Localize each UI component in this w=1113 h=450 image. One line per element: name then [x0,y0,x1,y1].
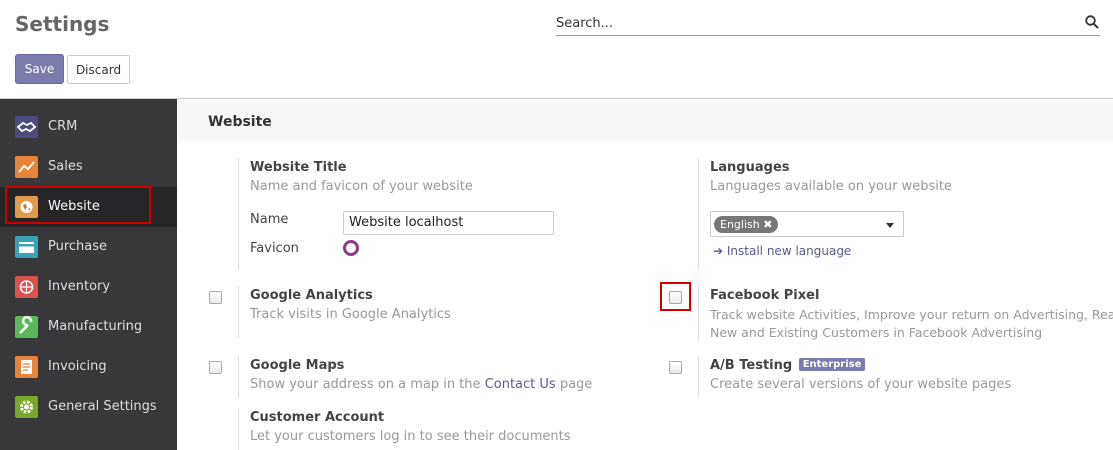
gear-icon [15,396,38,418]
setting-title: A/B Testing Enterprise [710,358,1108,373]
sidebar-item-purchase[interactable]: Purchase [0,227,177,267]
setting-customer-account: Customer Account Let your customers log … [238,408,638,450]
globe-box-icon [15,276,38,298]
divider [238,286,239,338]
wrench-icon [15,316,38,338]
setting-title: Google Maps [250,358,345,373]
setting-desc: Create several versions of your website … [710,377,1012,392]
setting-title: Customer Account [250,410,385,425]
install-language-link[interactable]: ➔ Install new language [713,244,851,258]
setting-desc-text: page [559,377,593,392]
google-analytics-checkbox[interactable] [209,291,222,304]
divider [238,356,239,398]
setting-title: Website Title [250,160,347,175]
setting-desc-line: Track website Activities, Improve your r… [710,307,1113,322]
sidebar-item-general-settings[interactable]: General Settings [0,387,177,427]
contact-us-link[interactable]: Contact Us [485,377,556,392]
languages-select[interactable]: English ✖ [710,211,904,237]
settings-sidebar: CRM Sales Website Purchase Inventory Man… [0,99,177,450]
setting-desc: Languages available on your website [710,179,952,194]
sidebar-item-sales[interactable]: Sales [0,147,177,187]
sidebar-item-label: General Settings [48,399,157,414]
save-button[interactable]: Save [15,54,64,84]
language-tag: English ✖ [714,216,779,233]
setting-desc: Name and favicon of your website [250,179,473,194]
discard-button[interactable]: Discard [67,55,130,84]
setting-desc: Show your address on a map in the Contac… [250,376,638,394]
sidebar-item-label: Website [48,199,100,214]
sidebar-item-label: CRM [48,119,78,134]
setting-title: Facebook Pixel [710,288,820,303]
control-panel: Settings Save Discard [0,0,1113,99]
setting-desc: Let your customers log in to see their d… [250,429,571,444]
setting-desc: Track visits in Google Analytics [250,307,451,322]
sidebar-item-manufacturing[interactable]: Manufacturing [0,307,177,347]
divider [698,286,699,342]
highlight-box [660,282,691,311]
google-maps-checkbox[interactable] [209,361,222,374]
section-title: Website [208,114,272,130]
enterprise-badge: Enterprise [798,358,866,371]
chart-icon [15,156,38,178]
ab-testing-checkbox[interactable] [669,361,682,374]
search-bar [556,11,1100,36]
sidebar-item-crm[interactable]: CRM [0,107,177,147]
divider [238,408,239,450]
setting-title: Google Analytics [250,288,373,303]
divider [698,356,699,398]
setting-title: Languages [710,160,790,175]
install-language-label: Install new language [726,244,852,258]
document-icon [15,356,38,378]
setting-google-maps: Google Maps Show your address on a map i… [238,356,638,398]
chevron-down-icon[interactable] [886,223,894,228]
section-header: Website [177,99,1113,141]
card-icon [15,236,38,258]
setting-title-text: A/B Testing [710,358,793,373]
setting-facebook-pixel: Facebook Pixel Track website Activities,… [698,286,1113,342]
name-label: Name [250,212,289,227]
sidebar-item-label: Manufacturing [48,319,143,334]
setting-desc-line: New and Existing Customers in Facebook A… [710,325,1043,340]
divider [698,158,699,270]
setting-desc-text: Show your address on a map in the [250,377,481,392]
sidebar-item-website[interactable]: Website [0,186,177,227]
sidebar-item-inventory[interactable]: Inventory [0,267,177,307]
language-tag-label: English [720,218,760,231]
website-name-input[interactable]: Website localhost [343,211,554,235]
setting-google-analytics: Google Analytics Track visits in Google … [238,286,638,338]
sidebar-item-label: Inventory [48,279,111,294]
setting-desc: Track website Activities, Improve your r… [710,306,1113,342]
divider [238,158,239,270]
favicon-image[interactable] [343,240,359,256]
search-input[interactable] [556,11,1076,35]
page-title: Settings [15,12,110,36]
sidebar-item-invoicing[interactable]: Invoicing [0,347,177,387]
sidebar-item-label: Invoicing [48,359,107,374]
sidebar-item-label: Sales [48,159,83,174]
remove-tag-icon[interactable]: ✖ [763,218,772,231]
setting-ab-testing: A/B Testing Enterprise Create several ve… [698,356,1108,398]
sidebar-item-label: Purchase [48,239,108,254]
arrow-right-icon: ➔ [713,244,724,258]
search-icon[interactable] [1085,15,1099,29]
favicon-label: Favicon [250,241,299,256]
globe-icon [15,196,38,218]
handshake-icon [15,116,38,138]
